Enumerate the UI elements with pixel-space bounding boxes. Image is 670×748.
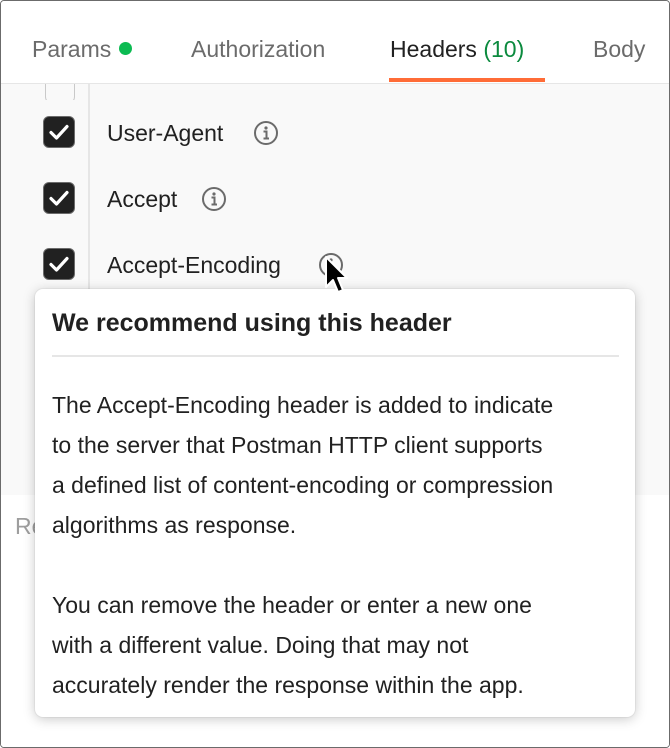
checkmark-icon <box>49 256 69 272</box>
info-icon[interactable] <box>201 186 227 212</box>
info-icon[interactable] <box>253 120 279 146</box>
tooltip-divider <box>52 355 619 357</box>
tab-authorization-label: Authorization <box>191 36 326 62</box>
active-tab-indicator <box>389 78 545 82</box>
tab-authorization[interactable]: Authorization <box>191 36 325 63</box>
header-info-tooltip: We recommend using this header The Accep… <box>35 289 635 717</box>
tooltip-line: with a different value. Doing that may n… <box>52 632 469 658</box>
header-key: User-Agent <box>107 120 224 146</box>
checkmark-icon <box>49 124 69 140</box>
tab-headers-label: Headers <box>390 36 477 62</box>
tooltip-line: a defined list of content-encoding or co… <box>52 472 554 498</box>
mouse-pointer-icon <box>325 256 348 293</box>
header-key: Accept <box>107 186 178 212</box>
checkmark-icon <box>49 190 69 206</box>
header-enabled-checkbox[interactable] <box>43 248 75 280</box>
tooltip-title: We recommend using this header <box>52 309 452 337</box>
tab-params[interactable]: Params <box>32 36 133 63</box>
headers-count-badge: (10) <box>483 36 525 62</box>
params-status-dot <box>119 42 133 55</box>
header-enabled-checkbox[interactable] <box>43 116 75 148</box>
tooltip-line: You can remove the header or enter a new… <box>52 592 532 618</box>
header-key: Accept-Encoding <box>107 252 281 278</box>
tooltip-line: to the server that Postman HTTP client s… <box>52 432 543 458</box>
tab-headers[interactable]: Headers (10) <box>390 36 524 63</box>
tab-body-label: Body <box>593 36 646 62</box>
header-enabled-checkbox[interactable] <box>43 182 75 214</box>
tooltip-line: accurately render the response within th… <box>52 672 524 698</box>
tab-body[interactable]: Body <box>593 36 645 63</box>
request-tab-bar: Params Authorization Headers (10) Body <box>1 1 669 84</box>
table-row-accept: Accept <box>1 166 669 233</box>
tooltip-line: algorithms as response. <box>52 512 297 538</box>
tab-params-label: Params <box>32 36 112 62</box>
table-row-user-agent: User-Agent <box>1 100 669 167</box>
app-frame: Params Authorization Headers (10) Body U <box>0 0 670 748</box>
tooltip-line: The Accept-Encoding header is added to i… <box>52 392 554 418</box>
tooltip-body: The Accept-Encoding header is added to i… <box>52 385 632 705</box>
